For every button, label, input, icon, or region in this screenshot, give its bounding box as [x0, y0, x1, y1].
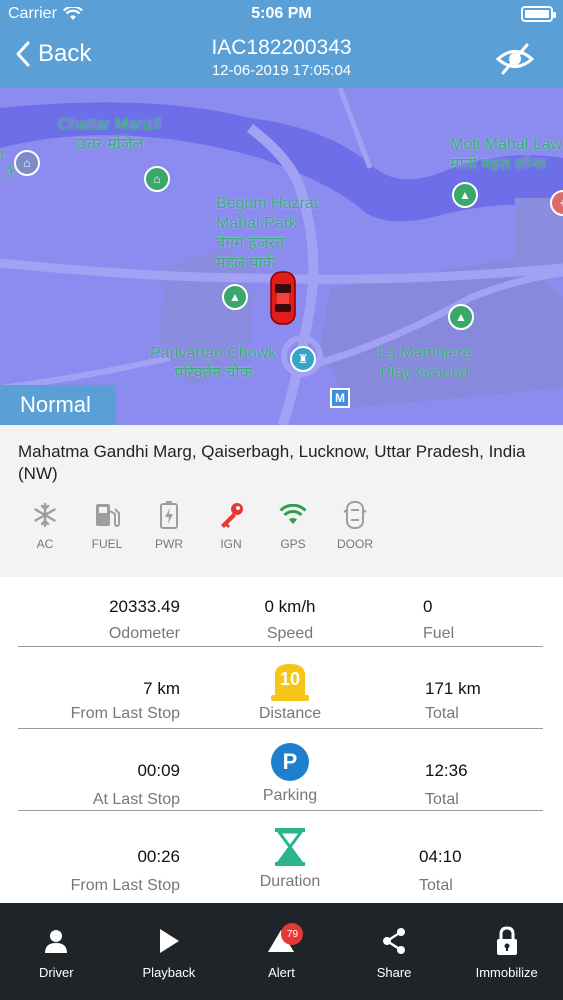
wifi-signal-icon — [279, 504, 307, 524]
play-icon — [159, 929, 179, 953]
map-pin-icon[interactable]: ▲ — [452, 182, 478, 208]
hourglass-icon — [275, 828, 305, 866]
sensor-ign: IGN — [200, 499, 262, 551]
stats-row-distance: 7 km From Last Stop 10 Distance 171 km T… — [18, 647, 543, 729]
header: Carrier 5:06 PM Back IAC182200343 12-06-… — [0, 0, 563, 88]
key-icon — [221, 503, 243, 528]
trip-stats: 20333.49 Odometer 0 km/h Speed 0 Fuel 7 … — [18, 585, 543, 894]
map-view[interactable]: Chattar Manzil छतर मंज़िल Begum Hazrat M… — [0, 88, 563, 425]
fuel-icon — [96, 504, 120, 528]
vehicle-address: Mahatma Gandhi Marg, Qaiserbagh, Lucknow… — [18, 442, 526, 483]
duration-from-last-stop: 00:26 From Last Stop — [70, 847, 180, 894]
stats-row-duration: 00:26 From Last Stop Duration 04:10 Tota… — [18, 811, 543, 894]
distance: 10 Distance — [225, 661, 355, 723]
alert-count-badge: 79 — [281, 923, 304, 945]
status-bar: Carrier 5:06 PM — [0, 0, 563, 28]
tab-share[interactable]: Share — [338, 903, 451, 1000]
tab-playback[interactable]: Playback — [113, 903, 226, 1000]
car-door-icon — [343, 501, 367, 529]
map-label-edge: t ौ — [0, 147, 14, 184]
map-pin-icon[interactable]: ♜ — [290, 346, 316, 372]
snowflake-icon — [34, 502, 56, 528]
tab-driver[interactable]: Driver — [0, 903, 113, 1000]
map-label-moti: Moti Mahal Law मोती महल लॉन्स — [450, 136, 563, 173]
map-pin-icon[interactable]: ⌂ — [14, 150, 40, 176]
stats-row-parking: 00:09 At Last Stop P Parking 12:36 Total — [18, 729, 543, 811]
bottom-tab-bar: Driver Playback 79 Alert Share Immobiliz… — [0, 903, 563, 1000]
map-pin-icon[interactable]: ▲ — [448, 304, 474, 330]
timestamp: 12-06-2019 17:05:04 — [211, 62, 352, 79]
lock-icon — [496, 926, 517, 955]
map-label-begum: Begum Hazrat Mahal Park बेगम हज़रत महल प… — [216, 195, 319, 272]
parking-icon: P — [271, 743, 309, 781]
tab-alert[interactable]: 79 Alert — [225, 903, 338, 1000]
sensor-door: DOOR — [324, 499, 386, 551]
metro-icon[interactable]: M — [330, 388, 350, 408]
map-pin-icon[interactable]: ⌂ — [144, 166, 170, 192]
odometer-badge-icon: 10 — [270, 661, 310, 703]
fuel: 0 Fuel — [423, 597, 455, 642]
share-icon — [383, 928, 406, 954]
sensor-fuel: FUEL — [76, 499, 138, 551]
map-label-parivartan: Parivartan Chowk परिवर्तन चौक — [150, 345, 277, 382]
parking-total: 12:36 Total — [425, 761, 468, 808]
sensor-strip: AC FUEL PWR IGN GPS DOOR — [14, 499, 386, 551]
sensor-gps: GPS — [262, 499, 324, 551]
distance-total: 171 km Total — [425, 679, 481, 722]
mode-badge[interactable]: Normal — [0, 385, 116, 425]
parking: P Parking — [225, 743, 355, 805]
person-icon — [45, 930, 68, 953]
stats-row-odometer: 20333.49 Odometer 0 km/h Speed 0 Fuel — [18, 585, 543, 647]
sensor-pwr: PWR — [138, 499, 200, 551]
battery-icon — [160, 501, 178, 529]
car-marker-icon[interactable] — [268, 270, 298, 326]
sensor-ac: AC — [14, 499, 76, 551]
duration-total: 04:10 Total — [419, 847, 462, 894]
battery-icon — [521, 6, 556, 22]
map-pin-icon[interactable]: ▲ — [222, 284, 248, 310]
speed: 0 km/h Speed — [264, 597, 316, 642]
distance-from-last-stop: 7 km From Last Stop — [70, 679, 180, 722]
map-label-chattar: Chattar Manzil छतर मंज़िल — [58, 116, 162, 153]
address-panel: Mahatma Gandhi Marg, Qaiserbagh, Lucknow… — [0, 425, 563, 577]
odometer: 20333.49 Odometer — [108, 597, 180, 642]
clock: 5:06 PM — [251, 5, 312, 22]
eye-off-icon[interactable] — [495, 42, 535, 76]
vehicle-id: IAC182200343 — [211, 36, 352, 59]
map-label-martiniere: La Martiniere Play Ground — [378, 345, 472, 382]
duration: Duration — [225, 827, 355, 891]
tab-immobilize[interactable]: Immobilize — [450, 903, 563, 1000]
parking-at-last-stop: 00:09 At Last Stop — [92, 761, 180, 808]
